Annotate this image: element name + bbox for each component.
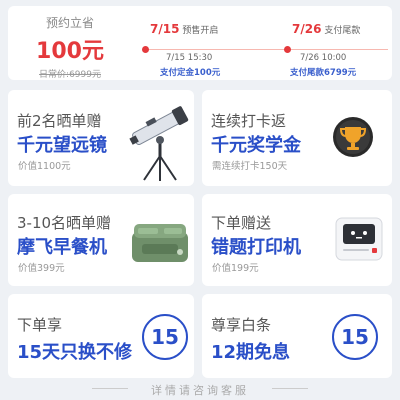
card-title: 3-10名晒单赠 (17, 214, 112, 232)
stage1-date: 7/15 (150, 22, 180, 36)
stage2-pay: 支付尾款6799元 (290, 68, 357, 78)
card-note: 需连续打卡150天 (212, 161, 288, 172)
card-note: 价值399元 (18, 263, 65, 274)
card-title: 下单享 (17, 316, 63, 334)
service-card-installment[interactable]: 尊享白条 12期免息 15 (202, 294, 392, 378)
card-headline: 千元望远镜 (17, 135, 107, 156)
original-price: 日常价:6999元 (39, 70, 101, 80)
save-label: 预约立省 (45, 16, 94, 30)
gift-card-printer[interactable]: 下单赠送 错题打印机 价值199元 (202, 194, 392, 286)
card-note: 价值1100元 (18, 161, 71, 172)
stage2-dot (284, 46, 291, 53)
installment-badge: 15 (332, 314, 378, 360)
timeline-line (142, 49, 388, 50)
printer-icon (335, 217, 383, 261)
stage1-pay: 支付定金100元 (160, 68, 221, 78)
save-amount: 100元 (36, 39, 104, 64)
footer-divider-right (272, 388, 308, 389)
stage1-dot (142, 46, 149, 53)
card-headline: 15天只换不修 (17, 342, 133, 363)
stage2-date: 7/26 (292, 22, 322, 36)
card-title: 前2名晒单赠 (17, 112, 102, 130)
card-headline: 千元奖学金 (211, 135, 301, 156)
stage2-time: 7/26 10:00 (300, 53, 347, 63)
card-title: 下单赠送 (211, 214, 272, 232)
telescope-icon (129, 106, 189, 181)
footer-contact-link[interactable]: 详情请咨询客服 (0, 382, 400, 398)
card-headline: 错题打印机 (211, 237, 301, 258)
presale-timeline: 7/15 预售开启 7/15 15:30 支付定金100元 7/26 支付尾款 … (136, 6, 388, 80)
stage1-label: 预售开启 (182, 26, 219, 36)
presale-banner: 预约立省 100元 日常价:6999元 7/15 预售开启 7/15 15:30… (8, 6, 392, 80)
gift-card-breakfast-machine[interactable]: 3-10名晒单赠 摩飞早餐机 价值399元 (8, 194, 194, 286)
stage1-header: 7/15 预售开启 (150, 22, 218, 36)
card-note: 价值199元 (212, 263, 259, 274)
service-card-exchange[interactable]: 下单享 15天只换不修 15 (8, 294, 194, 378)
breakfast-machine-icon (132, 224, 188, 262)
gift-card-telescope[interactable]: 前2名晒单赠 千元望远镜 价值1100元 (8, 90, 194, 186)
stage2-label: 支付尾款 (324, 26, 361, 36)
card-headline: 12期免息 (211, 342, 291, 363)
days-badge: 15 (142, 314, 188, 360)
card-title: 尊享白条 (211, 316, 272, 334)
card-headline: 摩飞早餐机 (17, 237, 107, 258)
gift-card-scholarship[interactable]: 连续打卡返 千元奖学金 需连续打卡150天 (202, 90, 392, 186)
stage2-header: 7/26 支付尾款 (292, 22, 360, 36)
card-title: 连续打卡返 (211, 112, 287, 130)
stage1-time: 7/15 15:30 (166, 53, 213, 63)
savings-box: 预约立省 100元 日常价:6999元 (8, 6, 132, 80)
trophy-icon (333, 117, 373, 157)
